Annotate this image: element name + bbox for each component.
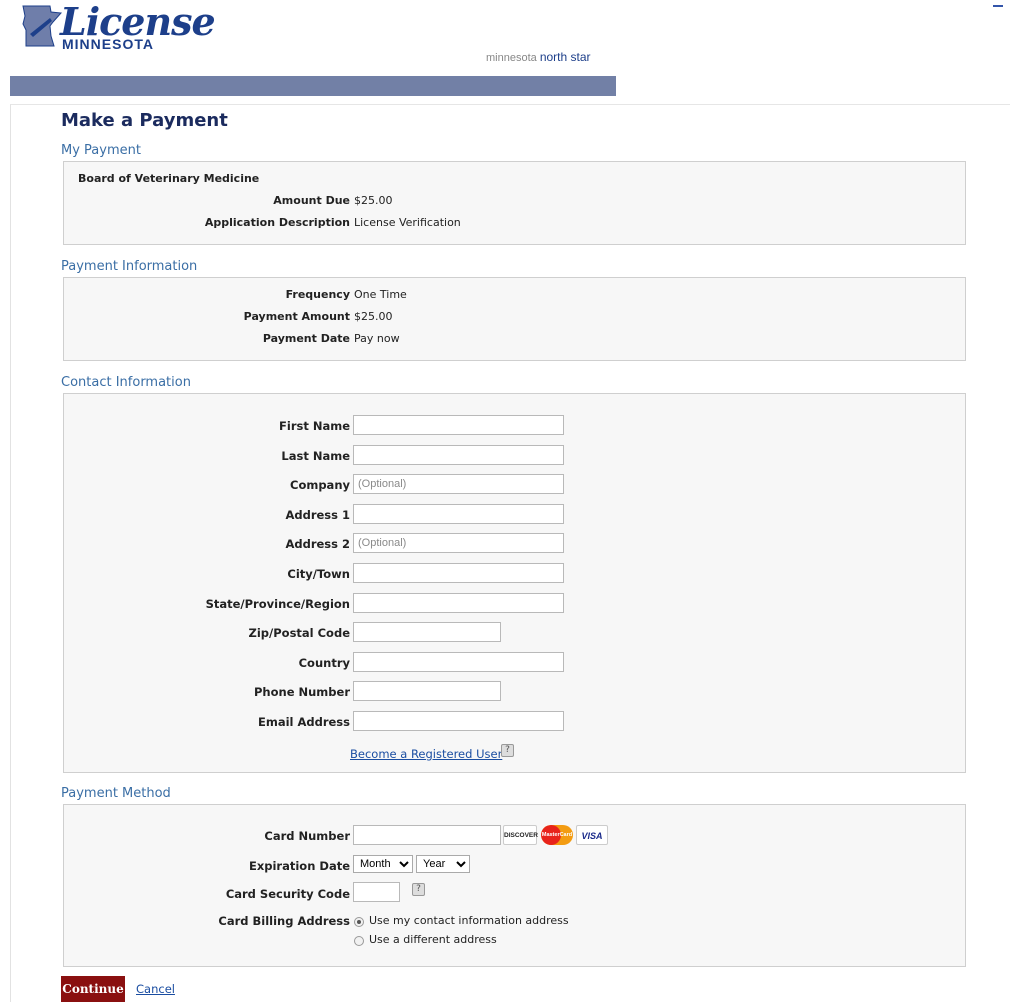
help-icon[interactable]: ? xyxy=(501,744,514,757)
payment-amount-label: Payment Amount xyxy=(243,310,350,323)
country-input[interactable] xyxy=(353,652,564,672)
amount-due-value: $25.00 xyxy=(354,194,393,207)
payment-method-panel: Card Number DISCOVER MasterCard VISA Exp… xyxy=(63,804,966,967)
company-input[interactable] xyxy=(353,474,564,494)
visa-logo: VISA xyxy=(576,825,608,845)
city-label: City/Town xyxy=(287,567,350,581)
frequency-label: Frequency xyxy=(285,288,350,301)
billing-address-label: Card Billing Address xyxy=(218,914,350,928)
app-desc-label: Application Description xyxy=(204,216,350,229)
help-icon[interactable]: ? xyxy=(412,883,425,896)
security-code-input[interactable] xyxy=(353,882,400,902)
company-label: Company xyxy=(290,478,350,492)
license-minnesota-logo: License MINNESOTA xyxy=(20,0,216,54)
continue-button[interactable]: Continue xyxy=(61,976,125,1002)
cancel-link[interactable]: Cancel xyxy=(136,982,175,996)
section-title-payment-info: Payment Information xyxy=(61,259,198,274)
first-name-label: First Name xyxy=(279,419,350,433)
email-label: Email Address xyxy=(257,715,350,729)
section-title-contact-info: Contact Information xyxy=(61,375,191,390)
minnesota-map-icon xyxy=(22,5,62,47)
zip-label: Zip/Postal Code xyxy=(248,626,350,640)
billing-option-contact-label: Use my contact information address xyxy=(369,914,569,927)
first-name-input[interactable] xyxy=(353,415,564,435)
section-title-my-payment: My Payment xyxy=(61,143,141,158)
phone-input[interactable] xyxy=(353,681,501,701)
northstar-prefix: minnesota xyxy=(486,52,537,64)
contact-info-panel: First Name Last Name Company Address 1 A… xyxy=(63,393,966,773)
my-payment-panel: Board of Veterinary Medicine Amount Due … xyxy=(63,161,966,245)
app-desc-value: License Verification xyxy=(354,216,461,229)
northstar-brand: north star xyxy=(539,50,591,64)
last-name-input[interactable] xyxy=(353,445,564,465)
phone-label: Phone Number xyxy=(253,685,350,699)
zip-input[interactable] xyxy=(353,622,501,642)
discover-logo: DISCOVER xyxy=(503,825,538,845)
minnesota-northstar-logo: minnesota north star xyxy=(486,50,591,64)
register-user-link[interactable]: Become a Registered User xyxy=(350,747,502,761)
nav-bar xyxy=(10,76,616,96)
state-label: State/Province/Region xyxy=(205,597,350,611)
address1-input[interactable] xyxy=(353,504,564,524)
city-input[interactable] xyxy=(353,563,564,583)
card-logos: DISCOVER MasterCard VISA xyxy=(503,825,613,847)
top-corner-link[interactable] xyxy=(993,2,1003,7)
email-input[interactable] xyxy=(353,711,564,731)
payment-date-label: Payment Date xyxy=(262,332,350,345)
billing-option-different-radio[interactable] xyxy=(354,936,364,946)
section-title-payment-method: Payment Method xyxy=(61,786,171,801)
last-name-label: Last Name xyxy=(281,449,350,463)
card-number-label: Card Number xyxy=(264,829,350,843)
amount-due-label: Amount Due xyxy=(273,194,350,207)
page-title: Make a Payment xyxy=(61,110,228,131)
address1-label: Address 1 xyxy=(285,508,350,522)
address2-input[interactable] xyxy=(353,533,564,553)
security-code-label: Card Security Code xyxy=(225,887,350,901)
mastercard-logo-text: MasterCard xyxy=(541,832,573,838)
state-input[interactable] xyxy=(353,593,564,613)
expiration-year-select[interactable]: Year xyxy=(416,855,470,873)
billing-option-different-label: Use a different address xyxy=(369,933,497,946)
logo-state: MINNESOTA xyxy=(62,36,154,52)
card-number-input[interactable] xyxy=(353,825,501,845)
payment-amount-value: $25.00 xyxy=(354,310,393,323)
payment-info-panel: Frequency One Time Payment Amount $25.00… xyxy=(63,277,966,361)
address2-label: Address 2 xyxy=(285,537,350,551)
billing-option-contact-radio[interactable] xyxy=(354,917,364,927)
frequency-value: One Time xyxy=(354,288,407,301)
payment-date-value: Pay now xyxy=(354,332,400,345)
board-name: Board of Veterinary Medicine xyxy=(78,172,260,185)
mastercard-logo: MasterCard xyxy=(541,825,573,845)
country-label: Country xyxy=(298,656,350,670)
expiration-label: Expiration Date xyxy=(248,859,350,873)
expiration-month-select[interactable]: Month xyxy=(353,855,413,873)
